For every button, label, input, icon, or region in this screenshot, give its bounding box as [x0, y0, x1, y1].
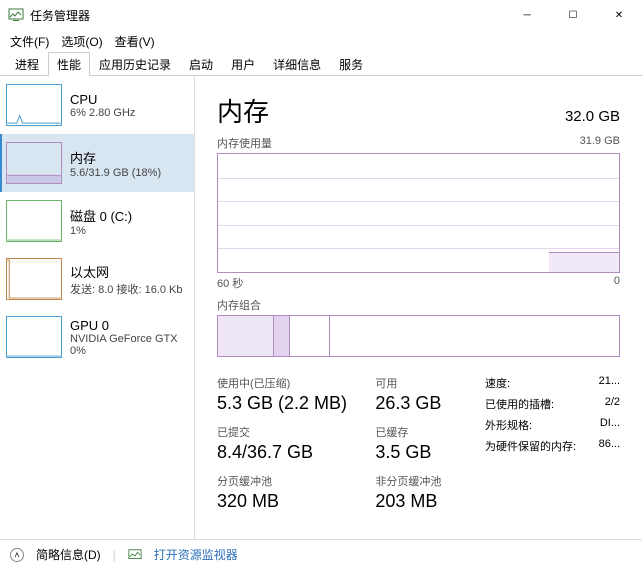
speed-label: 速度: — [485, 375, 510, 391]
usage-graph — [217, 153, 620, 273]
ethernet-sub: 发送: 8.0 接收: 16.0 Kb — [70, 281, 183, 297]
total-memory: 32.0 GB — [565, 108, 620, 125]
tab-bar: 进程 性能 应用历史记录 启动 用户 详细信息 服务 — [0, 52, 642, 76]
tab-processes[interactable]: 进程 — [6, 52, 48, 76]
composition-label: 内存组合 — [217, 297, 620, 313]
slots-value: 2/2 — [605, 396, 620, 412]
collapse-icon[interactable]: ˄ — [10, 548, 24, 562]
fewer-details[interactable]: 简略信息(D) — [36, 546, 101, 563]
cached-value: 3.5 GB — [375, 442, 485, 463]
usage-label: 内存使用量 — [217, 135, 272, 151]
minimize-button[interactable]: ─ — [504, 0, 550, 30]
avail-value: 26.3 GB — [375, 393, 485, 414]
memory-name: 内存 — [70, 148, 161, 167]
main-panel: 内存 32.0 GB 内存使用量 31.9 GB 60 秒 0 内存组合 使用中… — [195, 76, 642, 539]
statusbar: ˄ 简略信息(D) | 打开资源监视器 — [0, 539, 642, 569]
commit-value: 8.4/36.7 GB — [217, 442, 375, 463]
form-value: DI... — [600, 417, 620, 433]
commit-label: 已提交 — [217, 424, 375, 440]
tab-startup[interactable]: 启动 — [180, 52, 222, 76]
paged-value: 320 MB — [217, 491, 375, 512]
disk-sub: 1% — [70, 225, 132, 237]
tab-users[interactable]: 用户 — [222, 52, 264, 76]
nonpaged-value: 203 MB — [375, 491, 485, 512]
hw-value: 86... — [599, 438, 620, 454]
monitor-icon — [128, 548, 142, 562]
memory-sub: 5.6/31.9 GB (18%) — [70, 167, 161, 179]
disk-thumb — [6, 200, 62, 242]
sidebar-item-memory[interactable]: 内存 5.6/31.9 GB (18%) — [0, 134, 194, 192]
cpu-thumb — [6, 84, 62, 126]
cpu-name: CPU — [70, 92, 135, 107]
sidebar: CPU 6% 2.80 GHz 内存 5.6/31.9 GB (18%) 磁盘 … — [0, 76, 195, 539]
axis-right: 0 — [614, 275, 620, 291]
titlebar: 任务管理器 ─ ☐ ✕ — [0, 0, 642, 30]
disk-name: 磁盘 0 (C:) — [70, 206, 132, 225]
menu-file[interactable]: 文件(F) — [4, 31, 55, 52]
gpu-name: GPU 0 — [70, 318, 178, 333]
memory-thumb — [6, 142, 62, 184]
gpu-sub2: 0% — [70, 345, 178, 357]
hw-label: 为硬件保留的内存: — [485, 438, 576, 454]
cached-label: 已缓存 — [375, 424, 485, 440]
paged-label: 分页缓冲池 — [217, 473, 375, 489]
app-icon — [8, 7, 24, 23]
form-label: 外形规格: — [485, 417, 532, 433]
tab-services[interactable]: 服务 — [330, 52, 372, 76]
close-button[interactable]: ✕ — [596, 0, 642, 30]
open-resource-monitor[interactable]: 打开资源监视器 — [154, 546, 238, 563]
composition-graph — [217, 315, 620, 357]
right-stats: 速度: 21... 已使用的插槽: 2/2 外形规格: DI... 为硬件保留的内存:… — [485, 375, 620, 522]
window-title: 任务管理器 — [30, 7, 504, 24]
ethernet-thumb — [6, 258, 62, 300]
cpu-sub: 6% 2.80 GHz — [70, 107, 135, 119]
slots-label: 已使用的插槽: — [485, 396, 554, 412]
gpu-thumb — [6, 316, 62, 358]
menu-options[interactable]: 选项(O) — [55, 31, 108, 52]
page-title: 内存 — [217, 92, 269, 129]
menubar: 文件(F) 选项(O) 查看(V) — [0, 30, 642, 52]
nonpaged-label: 非分页缓冲池 — [375, 473, 485, 489]
sidebar-item-ethernet[interactable]: 以太网 发送: 8.0 接收: 16.0 Kb — [0, 250, 194, 308]
in-use-value: 5.3 GB (2.2 MB) — [217, 393, 375, 414]
maximize-button[interactable]: ☐ — [550, 0, 596, 30]
usage-max: 31.9 GB — [580, 135, 620, 151]
gpu-sub1: NVIDIA GeForce GTX — [70, 333, 178, 345]
tab-performance[interactable]: 性能 — [48, 52, 90, 76]
menu-view[interactable]: 查看(V) — [109, 31, 161, 52]
sidebar-item-gpu[interactable]: GPU 0 NVIDIA GeForce GTX 0% — [0, 308, 194, 366]
sidebar-item-disk[interactable]: 磁盘 0 (C:) 1% — [0, 192, 194, 250]
sidebar-item-cpu[interactable]: CPU 6% 2.80 GHz — [0, 76, 194, 134]
stats: 使用中(已压缩) 5.3 GB (2.2 MB) 已提交 8.4/36.7 GB… — [217, 375, 620, 522]
speed-value: 21... — [599, 375, 620, 391]
content: CPU 6% 2.80 GHz 内存 5.6/31.9 GB (18%) 磁盘 … — [0, 76, 642, 539]
axis-left: 60 秒 — [217, 275, 243, 291]
in-use-label: 使用中(已压缩) — [217, 375, 375, 391]
tab-details[interactable]: 详细信息 — [264, 52, 330, 76]
avail-label: 可用 — [375, 375, 485, 391]
ethernet-name: 以太网 — [70, 262, 183, 281]
tab-app-history[interactable]: 应用历史记录 — [90, 52, 180, 76]
